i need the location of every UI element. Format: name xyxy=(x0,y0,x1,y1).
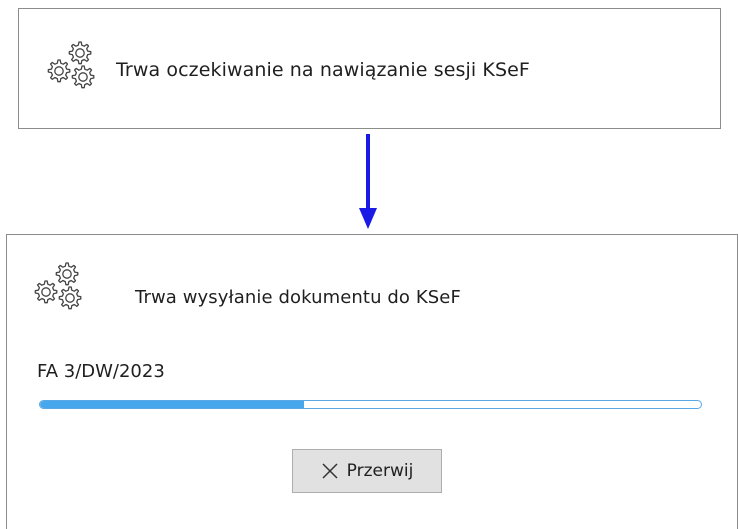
gears-icon xyxy=(47,41,95,89)
session-wait-dialog: Trwa oczekiwanie na nawiązanie sesji KSe… xyxy=(18,8,721,129)
send-progress-bar xyxy=(39,400,702,409)
document-send-dialog: Trwa wysyłanie dokumentu do KSeF FA 3/DW… xyxy=(6,234,738,529)
down-arrow-icon xyxy=(359,134,377,229)
document-send-status: Trwa wysyłanie dokumentu do KSeF xyxy=(135,287,461,308)
session-wait-status: Trwa oczekiwanie na nawiązanie sesji KSe… xyxy=(116,59,530,81)
close-icon xyxy=(322,463,338,479)
document-number: FA 3/DW/2023 xyxy=(37,361,165,382)
screenshot-stage: Trwa oczekiwanie na nawiązanie sesji KSe… xyxy=(0,0,738,529)
abort-button-label: Przerwij xyxy=(346,461,414,481)
abort-button[interactable]: Przerwij xyxy=(292,449,442,493)
gears-icon xyxy=(34,262,82,310)
send-progress-fill xyxy=(40,401,305,408)
